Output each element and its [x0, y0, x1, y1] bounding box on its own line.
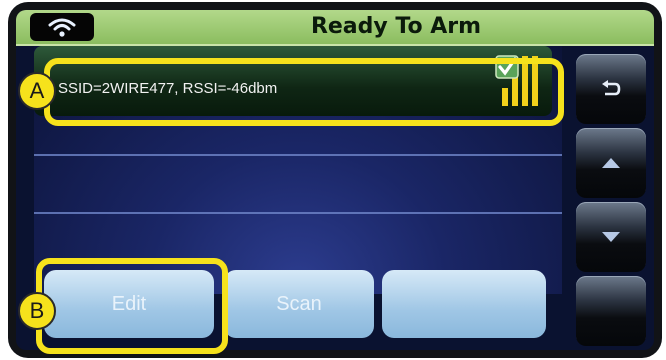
callout-a-box	[44, 58, 564, 126]
scroll-down-button[interactable]	[576, 202, 646, 272]
back-arrow-icon	[602, 80, 621, 96]
callout-b-box	[36, 258, 228, 354]
wifi-icon	[30, 13, 94, 41]
status-header: Ready To Arm	[16, 10, 654, 46]
scan-button[interactable]: Scan	[224, 270, 374, 338]
triangle-down-icon	[602, 232, 620, 242]
annotated-screenshot: Ready To Arm SSID=2WIRE477, RSSI=-46dbm …	[0, 0, 666, 360]
list-divider	[34, 212, 562, 214]
page-title: Ready To Arm	[310, 14, 482, 39]
blank-bottom-button[interactable]	[382, 270, 546, 338]
blank-side-button[interactable]	[576, 276, 646, 346]
back-button[interactable]	[576, 54, 646, 124]
callout-b-label: B	[18, 292, 56, 330]
scroll-up-button[interactable]	[576, 128, 646, 198]
callout-a-label: A	[18, 72, 56, 110]
triangle-up-icon	[602, 158, 620, 168]
list-divider	[34, 154, 562, 156]
